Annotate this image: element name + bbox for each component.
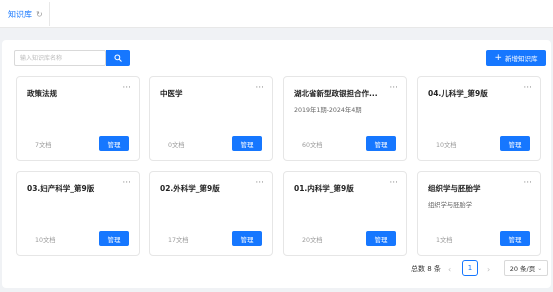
more-icon[interactable]: ··· bbox=[255, 83, 264, 93]
page-size-select[interactable]: 20 条/页 ⌄ bbox=[504, 260, 548, 276]
card-doc-count: 17文档 bbox=[168, 237, 189, 244]
more-icon[interactable]: ··· bbox=[523, 83, 532, 93]
knowledge-card[interactable]: 01.内科学_第9版 ··· 20文档 管理 bbox=[283, 171, 407, 256]
knowledge-card[interactable]: 组织学与胚胎学 ··· 组织学与胚胎学 1文档 管理 bbox=[417, 171, 541, 256]
card-title: 组织学与胚胎学 bbox=[428, 184, 481, 193]
tab-label: 知识库 bbox=[8, 9, 32, 19]
card-title: 02.外科学_第9版 bbox=[160, 184, 220, 193]
pagination-total: 总数 8 条 bbox=[411, 265, 441, 273]
chevron-left-icon[interactable]: ‹ bbox=[448, 262, 451, 276]
knowledge-card[interactable]: 中医学 ··· 0文档 管理 bbox=[149, 76, 273, 161]
more-icon[interactable]: ··· bbox=[122, 178, 131, 188]
manage-button[interactable]: 管理 bbox=[366, 231, 396, 246]
page-number-current[interactable]: 1 bbox=[462, 260, 478, 276]
more-icon[interactable]: ··· bbox=[255, 178, 264, 188]
card-doc-count: 60文档 bbox=[302, 142, 323, 149]
manage-button[interactable]: 管理 bbox=[500, 231, 530, 246]
card-doc-count: 10文档 bbox=[35, 237, 56, 244]
chevron-down-icon: ⌄ bbox=[537, 264, 543, 272]
card-doc-count: 10文档 bbox=[436, 142, 457, 149]
manage-button[interactable]: 管理 bbox=[232, 136, 262, 151]
more-icon[interactable]: ··· bbox=[389, 178, 398, 188]
card-doc-count: 0文档 bbox=[168, 142, 185, 149]
knowledge-card[interactable]: 02.外科学_第9版 ··· 17文档 管理 bbox=[149, 171, 273, 256]
manage-button[interactable]: 管理 bbox=[99, 136, 129, 151]
manage-button[interactable]: 管理 bbox=[99, 231, 129, 246]
search-button[interactable] bbox=[106, 50, 130, 66]
manage-button[interactable]: 管理 bbox=[366, 136, 396, 151]
more-icon[interactable]: ··· bbox=[389, 83, 398, 93]
card-title: 政策法规 bbox=[27, 89, 57, 98]
knowledge-card[interactable]: 政策法规 ··· 7文档 管理 bbox=[16, 76, 140, 161]
add-knowledge-base-button[interactable]: + 新增知识库 bbox=[486, 50, 546, 66]
add-knowledge-base-label: 新增知识库 bbox=[505, 55, 538, 63]
tab-knowledge-base[interactable]: 知识库 ↻ bbox=[2, 2, 50, 26]
search-input[interactable] bbox=[14, 50, 106, 66]
main-panel: + 新增知识库 政策法规 ··· 7文档 管理 中医学 ··· 0文档 管理 湖… bbox=[2, 40, 551, 288]
card-description: 2019年1期-2024年4期 bbox=[294, 107, 362, 114]
chevron-right-icon[interactable]: › bbox=[487, 262, 490, 276]
search-icon bbox=[114, 54, 122, 62]
refresh-icon[interactable]: ↻ bbox=[36, 10, 43, 19]
card-description: 组织学与胚胎学 bbox=[428, 202, 473, 209]
more-icon[interactable]: ··· bbox=[122, 83, 131, 93]
tab-bar: 知识库 ↻ bbox=[0, 0, 553, 28]
card-doc-count: 20文档 bbox=[302, 237, 323, 244]
knowledge-card[interactable]: 04.儿科学_第9版 ··· 10文档 管理 bbox=[417, 76, 541, 161]
card-title: 湖北省新型政银担合作... bbox=[294, 89, 378, 98]
card-title: 04.儿科学_第9版 bbox=[428, 89, 488, 98]
manage-button[interactable]: 管理 bbox=[500, 136, 530, 151]
card-doc-count: 7文档 bbox=[35, 142, 52, 149]
more-icon[interactable]: ··· bbox=[523, 178, 532, 188]
card-title: 01.内科学_第9版 bbox=[294, 184, 354, 193]
plus-icon: + bbox=[494, 52, 503, 63]
card-title: 03.妇产科学_第9版 bbox=[27, 184, 95, 193]
page-size-label: 20 条/页 bbox=[509, 265, 536, 273]
card-doc-count: 1文档 bbox=[436, 237, 453, 244]
manage-button[interactable]: 管理 bbox=[232, 231, 262, 246]
knowledge-card[interactable]: 湖北省新型政银担合作... ··· 2019年1期-2024年4期 60文档 管… bbox=[283, 76, 407, 161]
card-title: 中医学 bbox=[160, 89, 183, 98]
knowledge-card[interactable]: 03.妇产科学_第9版 ··· 10文档 管理 bbox=[16, 171, 140, 256]
